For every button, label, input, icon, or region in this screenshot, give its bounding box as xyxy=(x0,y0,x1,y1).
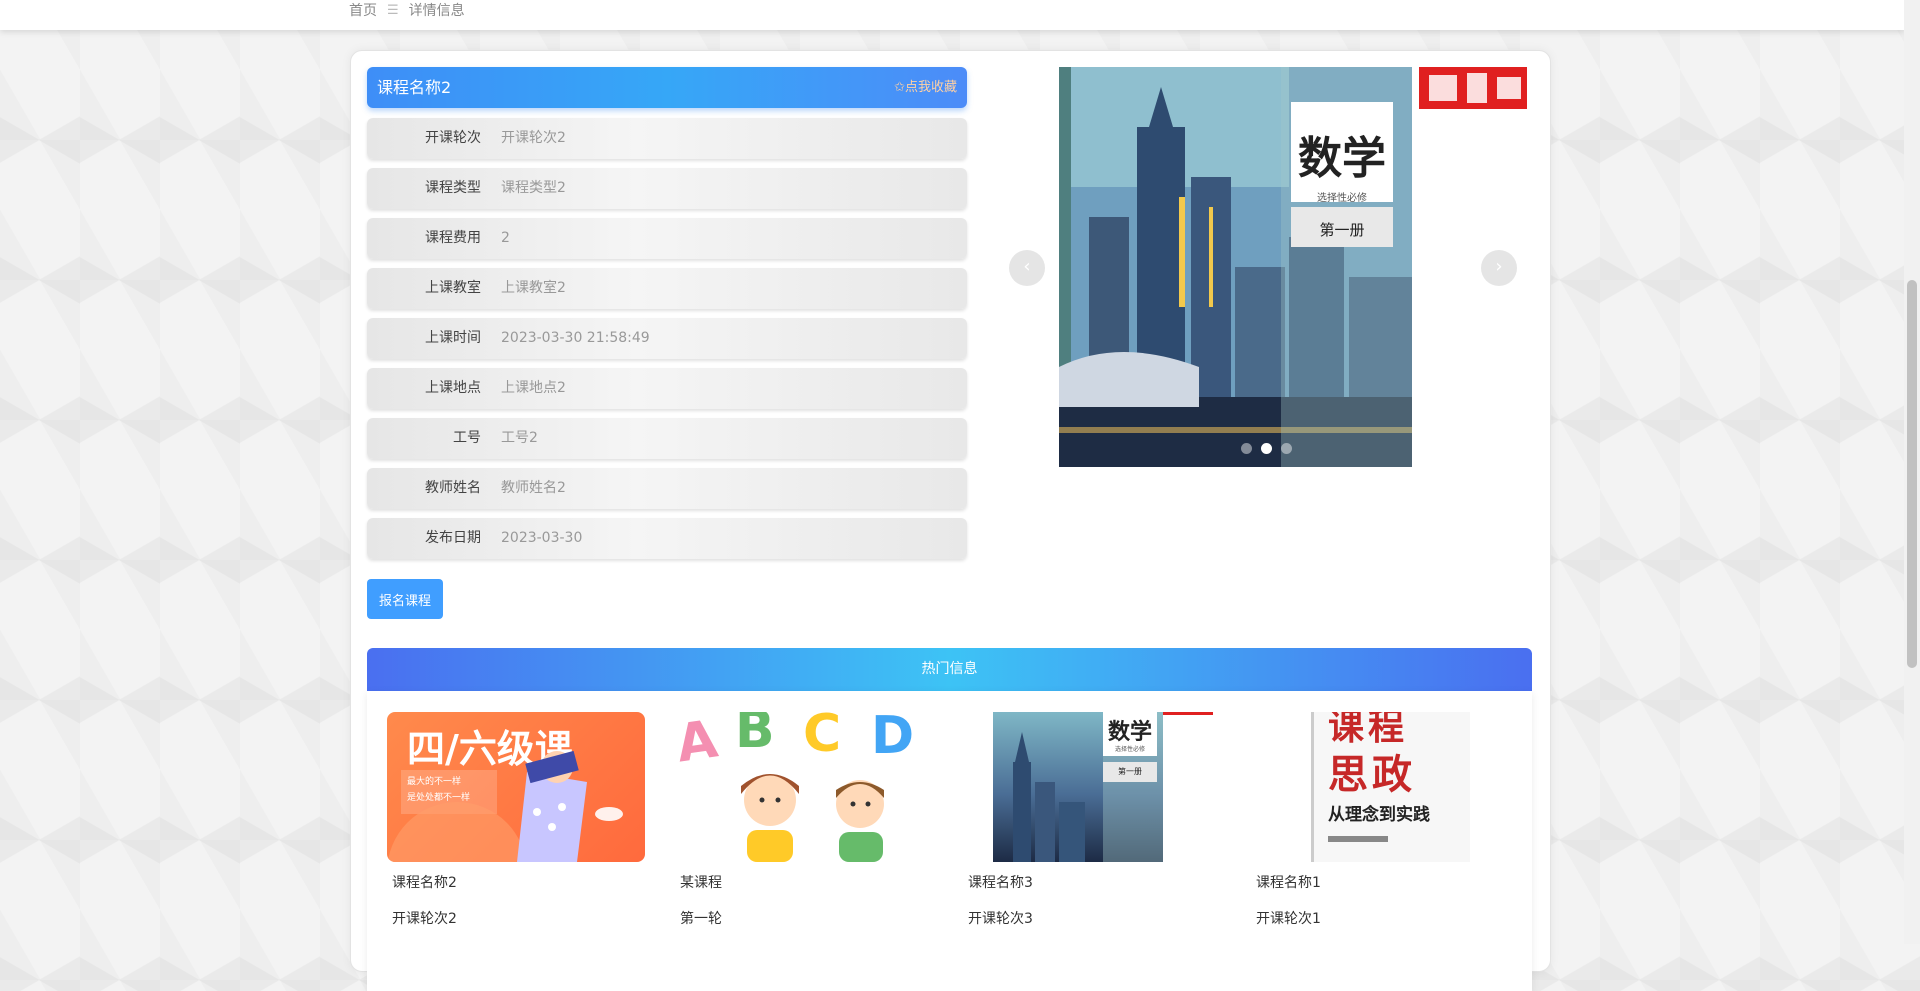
breadcrumb-separator-icon: ☰ xyxy=(387,3,399,18)
field-value: 上课地点2 xyxy=(501,368,566,409)
field-label: 上课地点 xyxy=(367,368,481,409)
hot-item-image: 数学 选择性必修 第一册 xyxy=(963,712,1221,862)
field-label: 工号 xyxy=(367,418,481,459)
hot-item-image: 课程 思政 从理念到实践 xyxy=(1251,712,1509,862)
carousel-dot[interactable] xyxy=(1281,443,1292,454)
course-title-bar: 课程名称2 ✩点我收藏 xyxy=(367,67,967,108)
hot-section-body: 四/六级课 最大的不一样 是处处都不一样 课程名称2 开课轮次2 xyxy=(367,691,1532,991)
info-row-publish-date: 发布日期 2023-03-30 xyxy=(367,518,967,559)
favorite-button[interactable]: ✩点我收藏 xyxy=(894,67,957,108)
hot-item-name: 某课程 xyxy=(675,872,935,892)
info-row-type: 课程类型 课程类型2 xyxy=(367,168,967,209)
page-scrollbar[interactable] xyxy=(1904,0,1920,944)
field-value: 2023-03-30 xyxy=(501,518,582,559)
info-row-time: 上课时间 2023-03-30 21:58:49 xyxy=(367,318,967,359)
author-line xyxy=(1328,836,1388,842)
field-value: 2 xyxy=(501,218,510,259)
info-row-teacher: 教师姓名 教师姓名2 xyxy=(367,468,967,509)
scrollbar-thumb[interactable] xyxy=(1907,280,1917,668)
student-illustration xyxy=(387,712,645,862)
field-value: 开课轮次2 xyxy=(501,118,566,159)
hot-item[interactable]: 四/六级课 最大的不一样 是处处都不一样 课程名称2 开课轮次2 xyxy=(387,712,647,928)
enroll-button[interactable]: 报名课程 xyxy=(367,579,443,619)
hot-item-round: 开课轮次1 xyxy=(1251,908,1511,928)
book-title: 数学 xyxy=(1103,714,1157,746)
carousel-dot-active[interactable] xyxy=(1261,443,1272,454)
hot-item[interactable]: A B C D 某课程 第一轮 xyxy=(675,712,935,928)
chevron-left-icon: ‹ xyxy=(1023,256,1030,277)
hot-item-round: 第一轮 xyxy=(675,908,935,928)
carousel-slide[interactable]: 数学 选择性必修 第一册 xyxy=(1059,67,1412,467)
field-value: 课程类型2 xyxy=(501,168,566,209)
field-label: 开课轮次 xyxy=(367,118,481,159)
children-illustration xyxy=(675,712,933,862)
hot-item-name: 课程名称2 xyxy=(387,872,647,892)
info-row-staff-id: 工号 工号2 xyxy=(367,418,967,459)
field-label: 课程类型 xyxy=(367,168,481,209)
red-stamp-image xyxy=(1163,712,1213,715)
course-title: 课程名称2 xyxy=(377,67,451,108)
chevron-right-icon: › xyxy=(1495,256,1502,277)
book-title: 数学 xyxy=(1291,122,1393,186)
red-stamp-image xyxy=(1417,67,1532,113)
field-value: 上课教室2 xyxy=(501,268,566,309)
info-row-round: 开课轮次 开课轮次2 xyxy=(367,118,967,159)
carousel-prev-button[interactable]: ‹ xyxy=(1009,250,1045,286)
field-value: 教师姓名2 xyxy=(501,468,566,509)
field-label: 教师姓名 xyxy=(367,468,481,509)
info-row-location: 上课地点 上课地点2 xyxy=(367,368,967,409)
hot-item-round: 开课轮次2 xyxy=(387,908,647,928)
book-title-line2: 思政 xyxy=(1328,742,1416,800)
book-subtitle: 选择性必修 xyxy=(1291,189,1393,204)
hot-item-name: 课程名称1 xyxy=(1251,872,1511,892)
image-carousel: 数学 选择性必修 第一册 ‹ › xyxy=(1009,67,1532,467)
hot-item[interactable]: 课程 思政 从理念到实践 课程名称1 开课轮次1 xyxy=(1251,712,1511,928)
breadcrumb-current: 详情信息 xyxy=(409,0,465,20)
book-subtitle: 从理念到实践 xyxy=(1328,800,1430,825)
hot-item-image: A B C D xyxy=(675,712,933,862)
field-label: 上课时间 xyxy=(367,318,481,359)
breadcrumb: 首页 ☰ 详情信息 xyxy=(349,0,465,20)
hot-item[interactable]: 数学 选择性必修 第一册 课程名称3 开课轮次3 xyxy=(963,712,1223,928)
book-volume: 第一册 xyxy=(1291,219,1393,240)
field-label: 课程费用 xyxy=(367,218,481,259)
book-volume: 第一册 xyxy=(1103,766,1157,777)
info-row-classroom: 上课教室 上课教室2 xyxy=(367,268,967,309)
hot-item-round: 开课轮次3 xyxy=(963,908,1223,928)
hot-item-image: 四/六级课 最大的不一样 是处处都不一样 xyxy=(387,712,645,862)
top-bar: 首页 ☰ 详情信息 xyxy=(0,0,1904,30)
carousel-dots xyxy=(1241,443,1292,454)
carousel-next-button[interactable]: › xyxy=(1481,250,1517,286)
carousel-dot[interactable] xyxy=(1241,443,1252,454)
field-label: 上课教室 xyxy=(367,268,481,309)
breadcrumb-home[interactable]: 首页 xyxy=(349,0,377,20)
hot-item-name: 课程名称3 xyxy=(963,872,1223,892)
field-value: 2023-03-30 21:58:49 xyxy=(501,318,650,359)
detail-card: 课程名称2 ✩点我收藏 开课轮次 开课轮次2 课程类型 课程类型2 课程费用 2… xyxy=(350,50,1551,972)
hot-section-header: 热门信息 xyxy=(367,648,1532,691)
field-value: 工号2 xyxy=(501,418,538,459)
math-book-cover: 数学 选择性必修 第一册 xyxy=(993,712,1163,862)
field-label: 发布日期 xyxy=(367,518,481,559)
politics-book-cover: 课程 思政 从理念到实践 xyxy=(1311,712,1470,862)
info-row-fee: 课程费用 2 xyxy=(367,218,967,259)
book-subtitle: 选择性必修 xyxy=(1103,744,1157,753)
